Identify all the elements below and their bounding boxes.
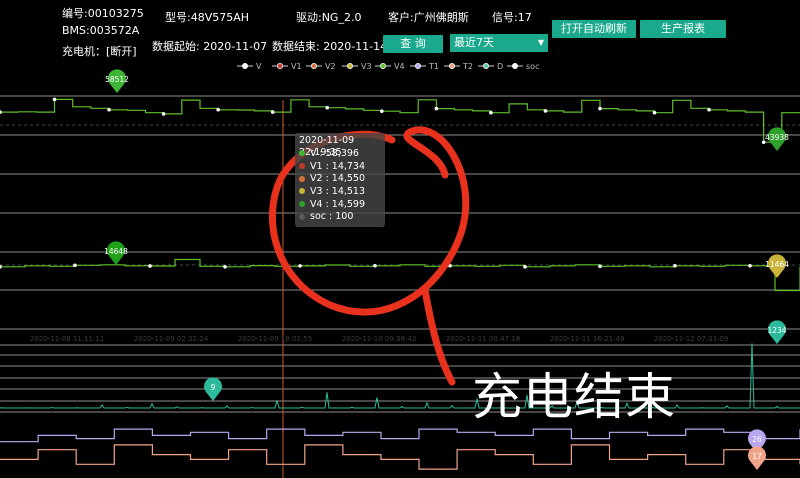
legend-label-v3: V3 — [361, 62, 372, 71]
data-point — [707, 107, 711, 112]
legend-label-v1: V1 — [291, 62, 302, 71]
v4-min-marker-label: 11464 — [765, 260, 789, 269]
tooltip-row: V3 : 14,513 — [299, 185, 381, 198]
series-line-d — [0, 343, 800, 409]
production-report-button[interactable]: 生产报表 — [640, 20, 726, 38]
series-line-t1 — [0, 428, 800, 443]
data-point — [216, 107, 220, 112]
data-point — [270, 110, 275, 114]
data-start-label: 数据起始: 2020-11-07 — [152, 40, 268, 53]
data-point — [298, 264, 302, 268]
data-end-label: 数据结束: 2020-11-14 — [272, 40, 388, 53]
bms-label: BMS:003572A — [62, 24, 140, 37]
x-axis-tick-label: 2020-11-09 02:32:24 — [134, 335, 209, 343]
legend-marker-soc — [512, 63, 519, 70]
legend-label-t1: T1 — [428, 62, 439, 71]
range-select-value: 最近7天 — [454, 36, 494, 49]
data-point — [489, 110, 493, 115]
data-point — [434, 106, 439, 111]
tooltip-row: V : 58,396 — [299, 147, 381, 160]
data-point — [325, 105, 330, 110]
data-point — [373, 263, 377, 268]
chevron-down-icon: ▼ — [537, 38, 544, 47]
legend-marker-v3 — [346, 63, 353, 70]
x-axis-tick-label: 2020-11-09 18:02:55 — [238, 335, 312, 343]
series-dot-icon — [299, 201, 305, 208]
data-point — [598, 264, 602, 269]
data-point — [652, 110, 657, 115]
legend-label-v2: V2 — [325, 62, 336, 71]
data-point — [673, 263, 677, 268]
t2-end-marker-label: 17 — [752, 452, 762, 461]
customer-label: 客户:广州佛朗斯 — [388, 11, 469, 24]
model-label: 型号:48V575AH — [165, 11, 250, 24]
series-dot-icon — [299, 163, 305, 170]
data-point — [223, 264, 227, 269]
data-point — [0, 264, 2, 269]
x-axis-tick-label: 2020-11-11 16:21:49 — [550, 335, 624, 343]
signal-label: 信号:17 — [492, 11, 532, 24]
tooltip-time: 2020-11-09 22:19:35 — [299, 135, 355, 158]
legend-marker-v2 — [310, 63, 317, 70]
legend-marker-t1 — [414, 63, 421, 70]
data-point — [380, 109, 384, 114]
data-point — [107, 107, 111, 112]
series-line-v4 — [0, 258, 800, 292]
legend-marker-v1 — [276, 63, 283, 70]
series-line-v — [0, 98, 800, 143]
legend-label-soc: soc — [526, 62, 539, 71]
tooltip-row-label: V4 : 14,599 — [310, 198, 366, 210]
charge-end-annotation: 充电结束 — [472, 368, 676, 426]
data-point — [598, 106, 602, 111]
data-point — [543, 109, 548, 113]
x-axis-tick-label: 2020-11-11 00:47:18 — [446, 335, 520, 343]
data-point — [0, 110, 2, 114]
x-axis-tick-label: 2020-11-12 07:33:09 — [654, 335, 728, 343]
v4-max-marker-label: 14648 — [104, 247, 128, 256]
auto-refresh-button[interactable]: 打开自动刷新 — [552, 20, 636, 38]
data-point — [73, 263, 77, 268]
t1-end-marker-label: 26 — [752, 435, 762, 444]
legend-marker-d — [482, 63, 489, 70]
data-point — [148, 264, 152, 268]
legend-label-t2: T2 — [462, 62, 473, 71]
legend-label-v: V — [256, 62, 262, 71]
tooltip-row-label: V2 : 14,550 — [310, 173, 366, 185]
legend-marker-v — [241, 63, 248, 70]
d-max-marker-label: 1234 — [767, 326, 786, 335]
d-min-marker-label: 9 — [211, 383, 216, 392]
tooltip-row: V2 : 14,550 — [299, 172, 381, 185]
query-button[interactable]: 查 询 — [383, 35, 443, 53]
data-point — [52, 97, 57, 102]
device-id-label: 编号:00103275 — [62, 7, 144, 20]
drive-label: 驱动:NG_2.0 — [296, 11, 362, 24]
legend-label-d: D — [497, 62, 503, 71]
legend-marker-v4 — [379, 63, 386, 70]
data-point — [748, 263, 752, 268]
series-dot-icon — [299, 213, 305, 220]
series-dot-icon — [299, 175, 305, 182]
x-axis-tick-label: 2020-11-10 09:38:42 — [342, 335, 416, 343]
v-min-marker-label: 43938 — [765, 133, 789, 142]
tooltip-row-label: V3 : 14,513 — [310, 185, 366, 197]
x-axis-tick-label: 2020-11-08 11:11:11 — [30, 335, 104, 343]
data-point — [523, 264, 527, 269]
tooltip-row-label: V1 : 14,734 — [310, 160, 366, 172]
chart-canvas: V V1 V2 V3 V4 T1 T2 Dsoc 58512 43938 14648 11464 9 12… — [0, 62, 800, 478]
chart-tooltip: 2020-11-09 22:19:35 V : 58,396 V1 : 14,73… — [295, 133, 385, 227]
tooltip-row: soc : 100 — [299, 210, 381, 223]
data-point — [161, 112, 166, 116]
tooltip-row-label: V : 58,396 — [310, 147, 359, 159]
tooltip-row: V4 : 14,599 — [299, 198, 381, 211]
tooltip-row-label: soc : 100 — [310, 211, 354, 223]
charger-status-label: 充电机：[断开] — [62, 45, 137, 58]
v-max-marker-label: 58512 — [105, 75, 129, 84]
series-dot-icon — [299, 188, 305, 195]
legend-label-v4: V4 — [394, 62, 405, 71]
range-select[interactable]: 最近7天 ▼ — [450, 34, 548, 52]
tooltip-row: V1 : 14,734 — [299, 160, 381, 173]
series-line-t2 — [0, 444, 800, 470]
legend-marker-t2 — [448, 63, 455, 70]
